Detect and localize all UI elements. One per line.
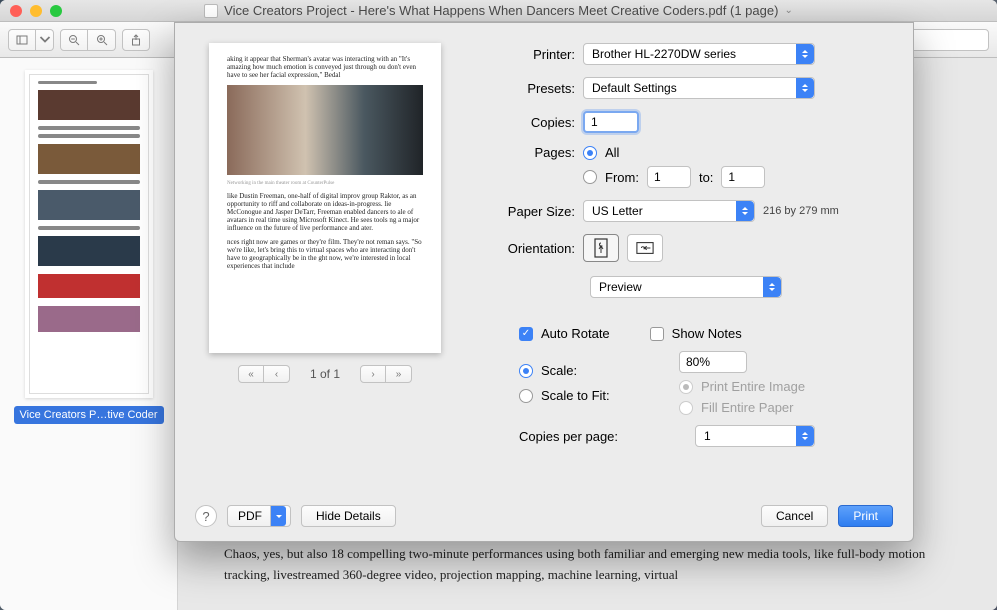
pages-all-label: All xyxy=(605,145,619,160)
pages-to-label: to: xyxy=(699,170,713,185)
first-page-button[interactable]: « xyxy=(238,365,264,383)
presets-select[interactable]: Default Settings xyxy=(583,77,815,99)
pages-label: Pages: xyxy=(479,145,575,160)
scale-label: Scale: xyxy=(541,363,577,378)
minimize-button[interactable] xyxy=(30,5,42,17)
next-page-button[interactable]: › xyxy=(360,365,386,383)
copies-input[interactable] xyxy=(583,111,639,133)
print-entire-image-label: Print Entire Image xyxy=(701,379,805,394)
auto-rotate-checkbox[interactable] xyxy=(519,327,533,341)
maximize-button[interactable] xyxy=(50,5,62,17)
pages-range-radio[interactable] xyxy=(583,170,597,184)
paper-size-select[interactable]: US Letter xyxy=(583,200,755,222)
scale-input[interactable] xyxy=(679,351,747,373)
close-button[interactable] xyxy=(10,5,22,17)
document-body-text: Chaos, yes, but also 18 compelling two-m… xyxy=(224,544,951,586)
scale-to-fit-label: Scale to Fit: xyxy=(541,388,610,403)
copies-label: Copies: xyxy=(479,115,575,130)
share-button[interactable] xyxy=(122,29,150,51)
zoom-out-button[interactable] xyxy=(60,29,88,51)
title-dropdown-icon: ⌄ xyxy=(784,5,792,16)
paper-size-label: Paper Size: xyxy=(479,204,575,219)
show-notes-label: Show Notes xyxy=(672,326,742,341)
fill-entire-paper-radio xyxy=(679,401,693,415)
thumbnail-label: Vice Creators P…tive Coder xyxy=(14,406,164,424)
auto-rotate-label: Auto Rotate xyxy=(541,326,610,341)
pages-all-radio[interactable] xyxy=(583,146,597,160)
print-button[interactable]: Print xyxy=(838,505,893,527)
to-input[interactable] xyxy=(721,166,765,188)
titlebar: Vice Creators Project - Here's What Happ… xyxy=(0,0,997,22)
show-notes-checkbox[interactable] xyxy=(650,327,664,341)
sidebar-mode-dropdown[interactable] xyxy=(36,29,54,51)
cancel-button[interactable]: Cancel xyxy=(761,505,828,527)
orientation-landscape-button[interactable] xyxy=(627,234,663,262)
paper-dimensions: 216 by 279 mm xyxy=(763,205,839,217)
last-page-button[interactable]: » xyxy=(386,365,412,383)
from-input[interactable] xyxy=(647,166,691,188)
file-icon xyxy=(204,4,218,18)
app-options-select[interactable]: Preview xyxy=(590,276,782,298)
window-title: Vice Creators Project - Here's What Happ… xyxy=(0,3,997,18)
prev-page-button[interactable]: ‹ xyxy=(264,365,290,383)
copies-per-page-select[interactable]: 1 xyxy=(695,425,815,447)
thumbnail-sidebar: Vice Creators P…tive Coder xyxy=(0,58,178,610)
hide-details-button[interactable]: Hide Details xyxy=(301,505,396,527)
pdf-dropdown[interactable]: PDF xyxy=(227,505,291,527)
sidebar-toggle-button[interactable] xyxy=(8,29,36,51)
printer-select[interactable]: Brother HL-2270DW series xyxy=(583,43,815,65)
print-preview-page: aking it appear that Sherman's avatar wa… xyxy=(209,43,441,353)
copies-per-page-label: Copies per page: xyxy=(519,429,629,444)
preview-window: Vice Creators Project - Here's What Happ… xyxy=(0,0,997,610)
print-preview: aking it appear that Sherman's avatar wa… xyxy=(195,43,455,447)
scale-radio[interactable] xyxy=(519,364,533,378)
scale-to-fit-radio[interactable] xyxy=(519,389,533,403)
zoom-in-button[interactable] xyxy=(88,29,116,51)
print-entire-image-radio xyxy=(679,380,693,394)
print-dialog: aking it appear that Sherman's avatar wa… xyxy=(174,22,914,542)
fill-entire-paper-label: Fill Entire Paper xyxy=(701,400,793,415)
presets-label: Presets: xyxy=(479,81,575,96)
printer-label: Printer: xyxy=(479,47,575,62)
orientation-portrait-button[interactable] xyxy=(583,234,619,262)
page-thumbnail[interactable] xyxy=(25,70,153,398)
orientation-label: Orientation: xyxy=(479,241,575,256)
pages-from-label: From: xyxy=(605,170,639,185)
page-indicator: 1 of 1 xyxy=(310,367,340,381)
help-button[interactable]: ? xyxy=(195,505,217,527)
